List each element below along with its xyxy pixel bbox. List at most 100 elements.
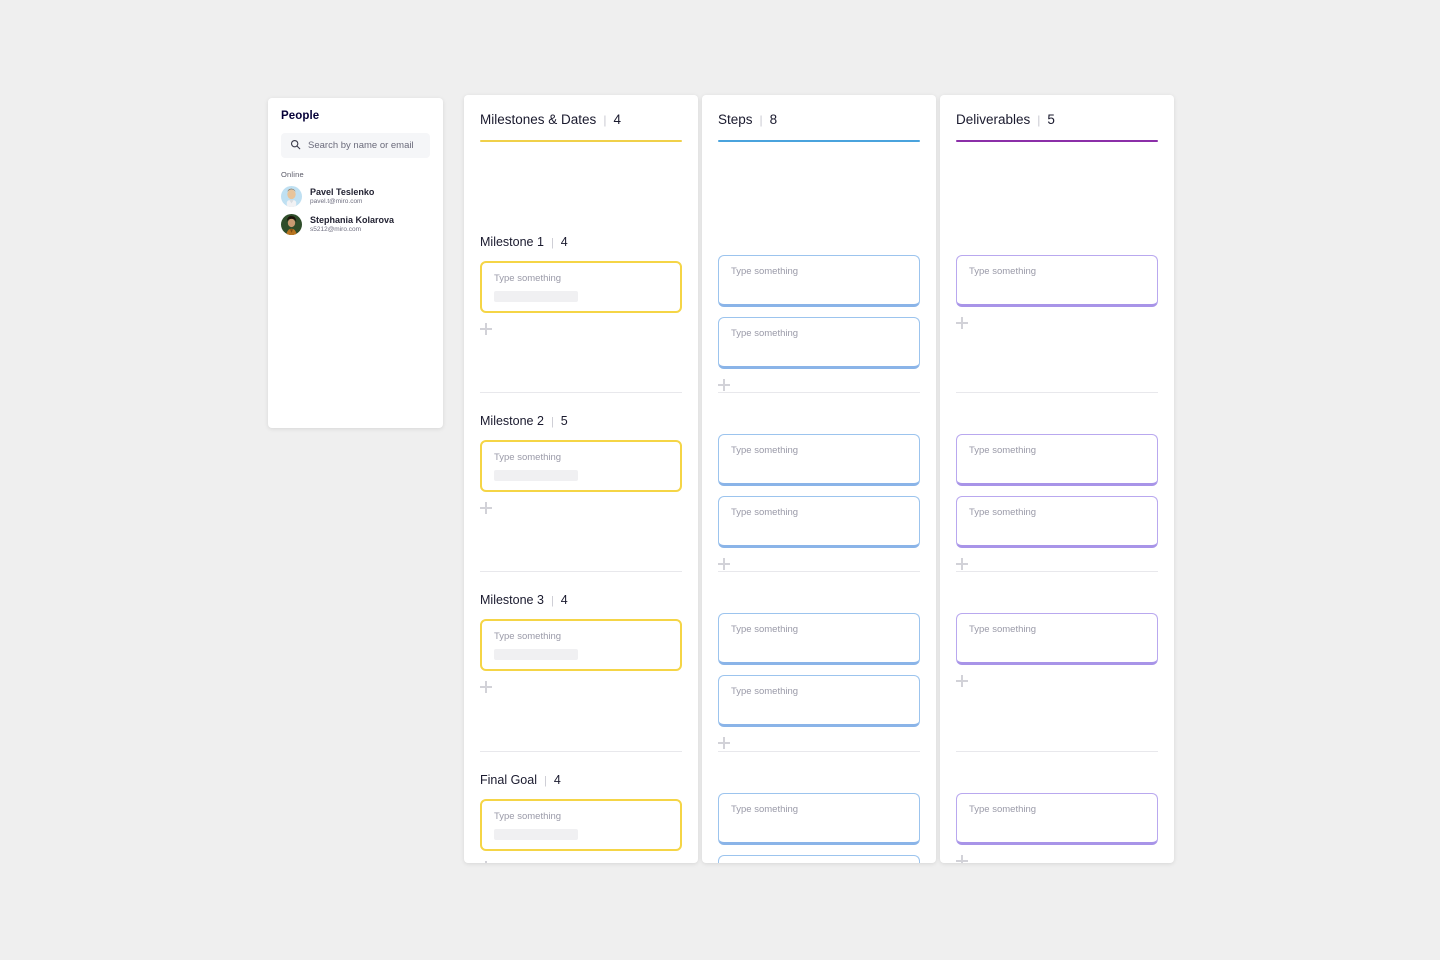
card-input[interactable]: Type something bbox=[718, 855, 920, 863]
group-label: Final Goal bbox=[480, 773, 537, 787]
card-fill-bar bbox=[494, 829, 578, 841]
card-placeholder: Type something bbox=[731, 328, 799, 339]
card-group: Type something Type something bbox=[718, 751, 920, 863]
card-fill-bar bbox=[494, 291, 578, 303]
card-input[interactable]: Type something bbox=[480, 619, 682, 672]
people-panel: People Search by name or email Online Pa… bbox=[268, 98, 443, 428]
column-header: Deliverables | 5 bbox=[956, 95, 1158, 142]
person-name: Pavel Teslenko bbox=[310, 187, 375, 198]
card-placeholder: Type something bbox=[494, 631, 562, 642]
group-count: 4 bbox=[560, 235, 568, 249]
card-placeholder: Type something bbox=[969, 624, 1037, 635]
add-card-button[interactable] bbox=[480, 323, 492, 336]
group-separator: | bbox=[550, 595, 554, 607]
group-header: Final Goal | 4 bbox=[480, 773, 682, 787]
card-placeholder: Type something bbox=[494, 273, 562, 284]
card-input[interactable]: Type something bbox=[480, 440, 682, 493]
column-deliverables: Deliverables | 5 Type something Type somethi… bbox=[940, 95, 1174, 863]
card-placeholder: Type something bbox=[731, 507, 799, 518]
add-card-button[interactable] bbox=[718, 737, 730, 749]
card-placeholder: Type something bbox=[969, 266, 1037, 277]
card-placeholder: Type something bbox=[731, 686, 799, 697]
group-count: 4 bbox=[553, 773, 561, 787]
group-divider bbox=[480, 571, 682, 572]
card-placeholder: Type something bbox=[969, 507, 1037, 518]
add-card-button[interactable] bbox=[956, 317, 968, 329]
card-input[interactable]: Type something bbox=[956, 793, 1158, 845]
card-group: Type something bbox=[956, 571, 1158, 687]
person-email: pavel.t@miro.com bbox=[310, 198, 363, 206]
board-canvas: People Search by name or email Online Pa… bbox=[0, 0, 1440, 960]
search-input[interactable]: Search by name or email bbox=[281, 133, 430, 158]
list-item[interactable]: Pavel Teslenko pavel.t@miro.com bbox=[281, 186, 430, 207]
card-input[interactable]: Type something bbox=[718, 496, 920, 548]
add-card-button[interactable] bbox=[956, 855, 968, 863]
add-card-button[interactable] bbox=[480, 681, 492, 694]
avatar bbox=[281, 186, 302, 207]
card-placeholder: Type something bbox=[731, 624, 799, 635]
group-divider bbox=[718, 751, 920, 752]
group-divider bbox=[718, 392, 920, 393]
add-card-button[interactable] bbox=[480, 861, 492, 863]
column-title: Milestones & Dates bbox=[480, 112, 597, 127]
column-count: 4 bbox=[613, 112, 621, 127]
card-fill-bar bbox=[494, 470, 578, 482]
column-accent-rule bbox=[480, 140, 682, 142]
search-icon bbox=[290, 137, 301, 155]
group-divider bbox=[956, 751, 1158, 752]
add-card-button[interactable] bbox=[718, 379, 730, 391]
column-count: 8 bbox=[769, 112, 778, 127]
group-separator: | bbox=[550, 237, 554, 249]
card-input[interactable]: Type something bbox=[718, 255, 920, 307]
card-input[interactable]: Type something bbox=[718, 613, 920, 665]
column-milestones: Milestones & Dates | 4 Milestone 1 | 4 Type so… bbox=[464, 95, 698, 863]
card-input[interactable]: Type something bbox=[956, 496, 1158, 548]
group-label: Milestone 3 bbox=[480, 593, 544, 607]
card-input[interactable]: Type something bbox=[956, 613, 1158, 665]
group-count: 4 bbox=[560, 593, 568, 607]
column-separator: | bbox=[603, 113, 607, 127]
column-count: 5 bbox=[1047, 112, 1055, 127]
group-header: Milestone 1 | 4 bbox=[480, 235, 682, 249]
card-placeholder: Type something bbox=[731, 445, 799, 456]
card-input[interactable]: Type something bbox=[718, 317, 920, 369]
people-panel-title: People bbox=[281, 110, 320, 122]
group-label: Milestone 1 bbox=[480, 235, 544, 249]
card-input[interactable]: Type something bbox=[718, 675, 920, 727]
card-placeholder: Type something bbox=[731, 804, 799, 815]
card-group: Final Goal | 4 Type something bbox=[480, 751, 682, 863]
online-status-label: Online bbox=[281, 170, 304, 179]
add-card-button[interactable] bbox=[480, 502, 492, 515]
avatar bbox=[281, 214, 302, 235]
list-item[interactable]: Stephania Kolarova s5212@miro.com bbox=[281, 214, 430, 235]
add-card-button[interactable] bbox=[956, 558, 968, 570]
group-count: 5 bbox=[560, 414, 568, 428]
card-fill-bar bbox=[494, 649, 578, 661]
card-placeholder: Type something bbox=[494, 811, 562, 822]
card-input[interactable]: Type something bbox=[480, 261, 682, 314]
add-card-button[interactable] bbox=[956, 675, 968, 687]
card-group: Type something bbox=[956, 255, 1158, 329]
person-name: Stephania Kolarova bbox=[310, 215, 395, 226]
person-meta: Stephania Kolarova s5212@miro.com bbox=[310, 215, 394, 234]
group-divider bbox=[480, 392, 682, 393]
group-divider bbox=[956, 392, 1158, 393]
group-divider bbox=[480, 751, 682, 752]
group-separator: | bbox=[550, 416, 554, 428]
card-input[interactable]: Type something bbox=[718, 434, 920, 486]
column-header: Steps | 8 bbox=[718, 95, 920, 142]
add-card-button[interactable] bbox=[718, 558, 730, 570]
card-placeholder: Type something bbox=[731, 266, 799, 277]
column-title: Steps bbox=[718, 112, 753, 127]
card-group: Type something Type something bbox=[718, 255, 920, 391]
card-input[interactable]: Type something bbox=[480, 799, 682, 852]
card-input[interactable]: Type something bbox=[718, 793, 920, 845]
column-separator: | bbox=[759, 113, 763, 127]
card-input[interactable]: Type something bbox=[956, 434, 1158, 486]
card-input[interactable]: Type something bbox=[956, 255, 1158, 307]
search-placeholder: Search by name or email bbox=[308, 140, 414, 151]
card-group: Milestone 1 | 4 Type something bbox=[480, 235, 682, 336]
group-divider bbox=[718, 571, 920, 572]
card-group: Type something Type something bbox=[718, 571, 920, 749]
card-placeholder: Type something bbox=[494, 452, 562, 463]
